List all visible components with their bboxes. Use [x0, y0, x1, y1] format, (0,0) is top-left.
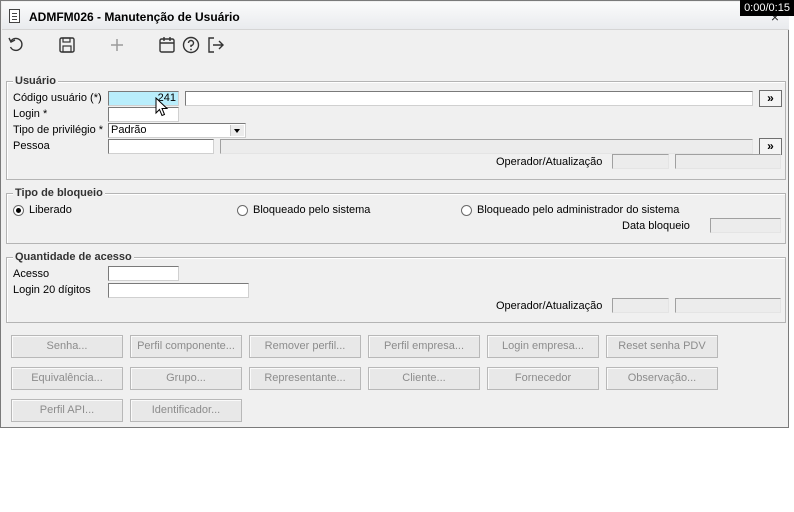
undo-icon[interactable] [7, 36, 25, 54]
pessoa-label: Pessoa [13, 140, 50, 152]
radio-bloqueado-sistema[interactable] [237, 205, 248, 216]
data-bloqueio-label: Data bloqueio [622, 220, 690, 232]
bloqueado-admin-label[interactable]: Bloqueado pelo administrador do sistema [477, 204, 679, 217]
save-icon[interactable] [58, 36, 76, 54]
usuario-descricao-field[interactable] [185, 91, 753, 106]
pessoa-nome-field [220, 139, 753, 154]
atualizacao-field [675, 154, 781, 169]
acesso-operador-field [612, 298, 669, 313]
identificador-button[interactable]: Identificador... [130, 399, 242, 422]
exit-icon[interactable] [207, 36, 225, 54]
pessoa-input[interactable] [108, 139, 214, 154]
main-window: ADMFM026 - Manutenção de Usuário × Usuár… [0, 0, 789, 428]
liberado-label[interactable]: Liberado [29, 204, 72, 217]
calendar-icon[interactable] [158, 36, 176, 54]
bloqueado-sistema-label[interactable]: Bloqueado pelo sistema [253, 204, 370, 217]
remover-perfil-button[interactable]: Remover perfil... [249, 335, 361, 358]
reset-senha-pdv-button[interactable]: Reset senha PDV [606, 335, 718, 358]
chevron-down-icon[interactable] [230, 125, 244, 136]
add-icon[interactable] [108, 36, 126, 54]
fornecedor-button[interactable]: Fornecedor [487, 367, 599, 390]
tipo-privilegio-label: Tipo de privilégio * [13, 124, 104, 136]
acesso-input[interactable] [108, 266, 179, 281]
help-icon[interactable] [182, 36, 200, 54]
representante-button[interactable]: Representante... [249, 367, 361, 390]
pessoa-lookup-button[interactable]: » [759, 138, 782, 155]
operador-atualizacao-label: Operador/Atualização [496, 156, 603, 168]
acesso-operador-label: Operador/Atualização [496, 300, 603, 312]
login-label: Login * [13, 108, 48, 120]
senha-button[interactable]: Senha... [11, 335, 123, 358]
login-empresa-button[interactable]: Login empresa... [487, 335, 599, 358]
perfil-empresa-button[interactable]: Perfil empresa... [368, 335, 480, 358]
usuario-lookup-button[interactable]: » [759, 90, 782, 107]
tipo-privilegio-select[interactable]: Padrão [108, 123, 246, 138]
bloqueio-group: Tipo de bloqueio [6, 187, 786, 244]
radio-liberado[interactable] [13, 205, 24, 216]
document-icon [9, 9, 20, 23]
usuario-group-title: Usuário [13, 75, 58, 88]
bloqueio-group-title: Tipo de bloqueio [13, 187, 105, 200]
acesso-label: Acesso [13, 268, 50, 280]
radio-bloqueado-admin[interactable] [461, 205, 472, 216]
codigo-usuario-label: Código usuário (*) [13, 92, 102, 104]
playback-timer: 0:00/0:15 [740, 0, 794, 16]
grupo-button[interactable]: Grupo... [130, 367, 242, 390]
equivalencia-button[interactable]: Equivalência... [11, 367, 123, 390]
data-bloqueio-field [710, 218, 781, 233]
cliente-button[interactable]: Cliente... [368, 367, 480, 390]
login20-label: Login 20 dígitos [13, 284, 91, 296]
perfil-componente-button[interactable]: Perfil componente... [130, 335, 242, 358]
operador-field [612, 154, 669, 169]
window-title: ADMFM026 - Manutenção de Usuário [29, 10, 240, 24]
acesso-atualizacao-field [675, 298, 781, 313]
perfil-api-button[interactable]: Perfil API... [11, 399, 123, 422]
acesso-group-title: Quantidade de acesso [13, 251, 134, 264]
tipo-privilegio-value: Padrão [111, 124, 147, 136]
mouse-pointer-icon [155, 97, 169, 117]
observacao-button[interactable]: Observação... [606, 367, 718, 390]
title-bar: ADMFM026 - Manutenção de Usuário × [2, 2, 789, 30]
login20-input[interactable] [108, 283, 249, 298]
